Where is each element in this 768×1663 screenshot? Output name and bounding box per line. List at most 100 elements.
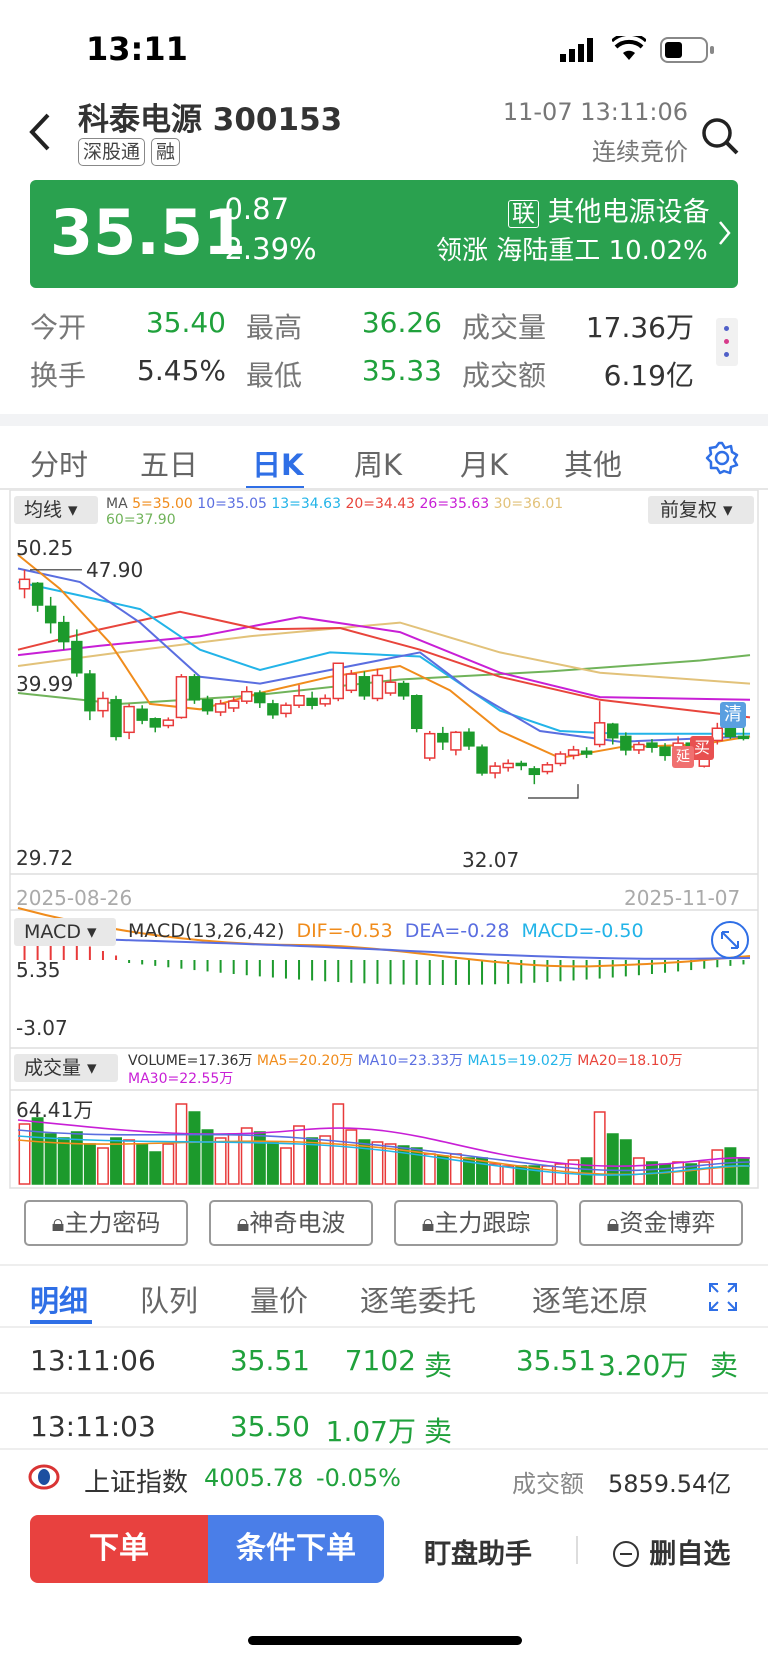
macd-y-bottom: -3.07	[16, 1016, 68, 1040]
home-indicator	[248, 1636, 522, 1645]
macd-select-button[interactable]: MACD ▾	[14, 918, 116, 946]
volume-bar	[489, 1163, 502, 1185]
clear-marker[interactable]: 清	[720, 702, 746, 728]
conditional-order-button[interactable]: 条件下单	[208, 1515, 384, 1583]
candle-body	[71, 640, 83, 674]
stock-name: 科泰电源	[78, 102, 202, 138]
leader-label: 领涨	[436, 236, 489, 266]
sector-name: 其他电源设备	[547, 197, 710, 228]
minus-circle-icon	[613, 1541, 639, 1567]
stock-code: 300153	[212, 102, 343, 138]
gear-icon[interactable]	[704, 440, 740, 476]
tab-minute[interactable]: 分时	[30, 442, 88, 484]
candle-body	[541, 764, 554, 773]
candle-body	[502, 762, 514, 769]
sector-tag: 联	[508, 200, 539, 228]
volume-bar	[266, 1141, 279, 1185]
ma-legend-item: 5=35.00	[132, 496, 198, 512]
candle-body	[489, 765, 501, 774]
candle-body	[293, 695, 305, 706]
divider	[0, 1326, 768, 1328]
volume-bar	[240, 1127, 253, 1185]
tool-main-password[interactable]: 🔒︎主力密码	[24, 1200, 188, 1246]
candle-body	[567, 749, 580, 757]
ma-legend-item: 30=36.01	[493, 496, 564, 512]
extend-marker[interactable]: 延	[672, 746, 694, 768]
volume-bar	[31, 1117, 44, 1185]
amount-label: 成交额	[462, 359, 547, 392]
volume-bar	[253, 1131, 266, 1185]
leader-pct: 10.02%	[608, 236, 708, 266]
order-button[interactable]: 下单	[30, 1515, 208, 1583]
open-value: 35.40	[145, 306, 226, 339]
high-label: 最高	[246, 311, 303, 344]
volume-bar	[188, 1111, 201, 1185]
macd-legend: MACD(13,26,42) DIF=-0.53 DEA=-0.28 MACD=…	[128, 920, 644, 942]
high-value: 36.26	[361, 306, 442, 339]
candle-body	[593, 722, 606, 746]
volume-bar	[619, 1139, 632, 1185]
amount-value: 6.19亿	[603, 359, 694, 392]
candle-body	[384, 681, 397, 694]
watch-assistant-button[interactable]: 盯盘助手	[424, 1532, 532, 1571]
low-value: 35.33	[361, 354, 442, 387]
search-icon[interactable]	[700, 116, 740, 156]
tool-main-tracking[interactable]: 🔒︎主力跟踪	[394, 1200, 558, 1246]
subtab-volume-price[interactable]: 量价	[250, 1278, 308, 1320]
open-label: 今开	[30, 311, 87, 344]
candle-body	[528, 768, 541, 776]
tool-fund-game[interactable]: 🔒︎资金博弈	[579, 1200, 743, 1246]
volume-bar	[123, 1139, 136, 1185]
candle-body	[267, 703, 279, 716]
volume-bar	[57, 1137, 70, 1185]
volume-select-button[interactable]: 成交量 ▾	[14, 1054, 118, 1082]
low-label: 最低	[246, 359, 303, 392]
subtab-trade-replay[interactable]: 逐笔还原	[532, 1278, 648, 1320]
subtab-order-by-order[interactable]: 逐笔委托	[360, 1278, 476, 1320]
quote-time: 11-07 13:11:06	[502, 98, 688, 126]
candle-body	[515, 762, 527, 767]
wifi-icon	[612, 36, 646, 60]
clock: 13:11	[86, 30, 188, 68]
tool-magic-wave[interactable]: 🔒︎神奇电波	[209, 1200, 373, 1246]
candle-body	[123, 705, 135, 734]
subtab-queue[interactable]: 队列	[140, 1278, 198, 1320]
candle-body	[659, 746, 671, 757]
tab-monthly-k[interactable]: 月K	[460, 442, 508, 484]
volume-bar	[110, 1137, 123, 1185]
ma-select-button[interactable]: 均线 ▾	[14, 496, 98, 524]
tab-5day[interactable]: 五日	[140, 442, 198, 484]
subtab-detail[interactable]: 明细	[30, 1278, 88, 1320]
price-change-pct: -2.39%	[214, 232, 317, 266]
candle-body	[44, 605, 57, 624]
tab-daily-k[interactable]: 日K	[252, 442, 303, 484]
volume-bar	[175, 1103, 188, 1185]
candle-body	[136, 708, 148, 721]
signal-icon	[560, 38, 593, 62]
ma-legend-item: 20=34.43	[345, 496, 420, 512]
candle-body	[227, 700, 240, 709]
y-axis-bottom: 29.72	[16, 846, 74, 870]
candle-body	[162, 719, 175, 727]
price-bar[interactable]: 35.51 -0.87 -2.39% 联 其他电源设备 领涨 海陆重工 10.0…	[30, 180, 738, 288]
adjust-select-button[interactable]: 前复权 ▾	[648, 496, 754, 524]
more-menu-icon[interactable]	[716, 318, 738, 366]
volume-bar	[136, 1143, 149, 1185]
volume-bar	[672, 1161, 685, 1185]
volume-bar	[83, 1143, 96, 1185]
turnover-label: 换手	[30, 359, 87, 392]
expand-icon[interactable]	[710, 920, 750, 960]
fullscreen-icon[interactable]	[708, 1282, 738, 1312]
divider	[576, 1536, 578, 1564]
candle-body	[424, 732, 436, 759]
index-ticker[interactable]: 上证指数 4005.78 -0.05% 成交额 5859.54亿	[0, 1450, 768, 1506]
trade-phase: 连续竞价	[592, 138, 688, 166]
candle-body	[58, 621, 70, 643]
candle-body	[280, 704, 292, 715]
back-icon[interactable]	[26, 112, 54, 152]
remove-watchlist-button[interactable]: 删自选	[612, 1532, 730, 1571]
tab-weekly-k[interactable]: 周K	[354, 442, 402, 484]
volume-legend: VOLUME=17.36万 MA5=20.20万 MA10=23.33万 MA1…	[128, 1053, 683, 1087]
tab-other[interactable]: 其他	[564, 442, 622, 484]
volume-bar	[345, 1129, 358, 1185]
